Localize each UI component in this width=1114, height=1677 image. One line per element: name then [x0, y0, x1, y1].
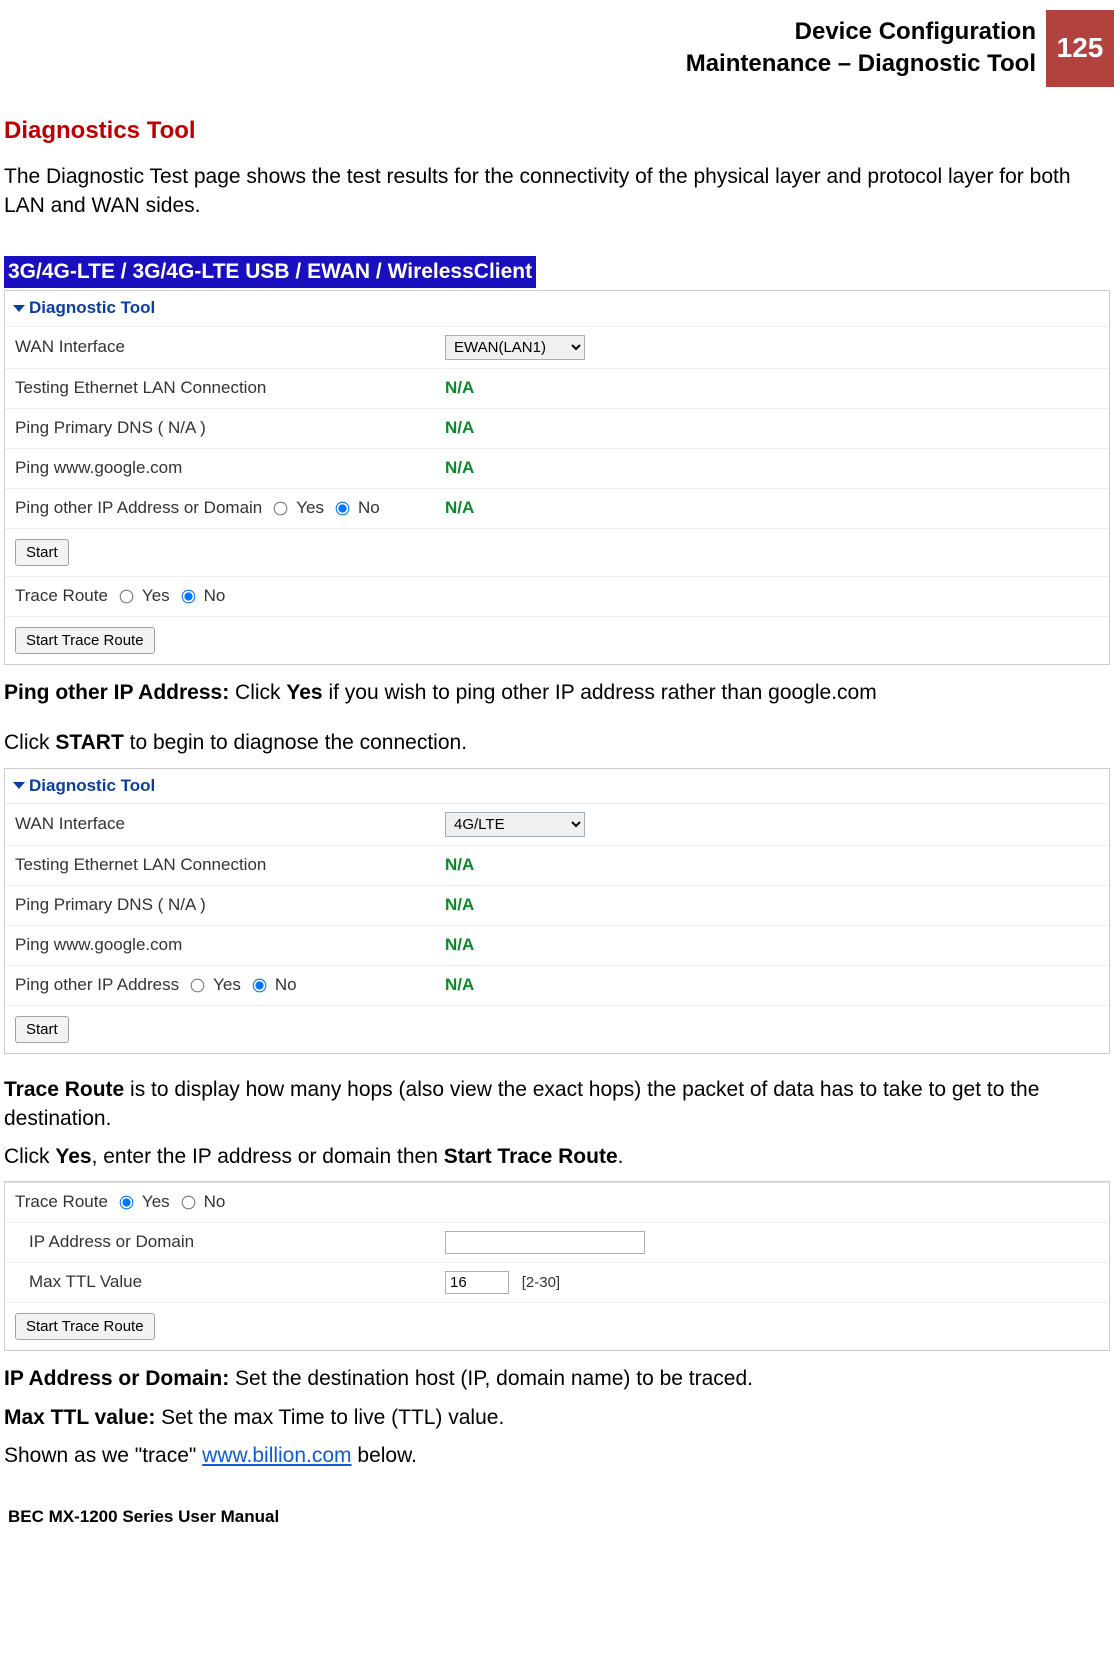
panel-header[interactable]: Diagnostic Tool	[5, 291, 1109, 326]
ping-other-row: Ping other IP Address or Domain Yes No	[5, 489, 435, 528]
panel-title: Diagnostic Tool	[29, 297, 155, 320]
section-title: Diagnostics Tool	[4, 115, 1110, 147]
header-line2: Maintenance – Diagnostic Tool	[686, 48, 1036, 80]
max-ttl-label: Max TTL Value	[5, 1263, 435, 1302]
trace-no-radio[interactable]	[181, 590, 195, 604]
ping-other-no-label: No	[275, 974, 297, 997]
panel-title: Diagnostic Tool	[29, 775, 155, 798]
billion-link[interactable]: www.billion.com	[202, 1444, 351, 1467]
max-ttl-description: Max TTL value: Set the max Time to live …	[4, 1404, 1110, 1432]
ping-other-value: N/A	[435, 489, 1109, 528]
trace-no-label: No	[204, 1191, 226, 1214]
start-trace-button[interactable]: Start Trace Route	[15, 627, 155, 654]
chevron-down-icon	[13, 305, 25, 312]
shown-trace-note: Shown as we "trace" www.billion.com belo…	[4, 1442, 1110, 1470]
ping-other-yes-label: Yes	[213, 974, 241, 997]
page-number: 125	[1046, 10, 1114, 87]
chevron-down-icon	[13, 782, 25, 789]
lan-test-value: N/A	[435, 369, 1109, 408]
header-title-block: Device Configuration Maintenance – Diagn…	[686, 10, 1046, 87]
wan-interface-label: WAN Interface	[5, 328, 435, 367]
lan-test-value: N/A	[435, 846, 1109, 885]
ping-google-value: N/A	[435, 449, 1109, 488]
ping-google-label: Ping www.google.com	[5, 449, 435, 488]
trace-yes-radio[interactable]	[120, 590, 134, 604]
diagnostic-panel-1: Diagnostic Tool WAN Interface EWAN(LAN1)…	[4, 290, 1110, 665]
ping-other-no-radio[interactable]	[336, 502, 350, 516]
trace-route-label: Trace Route	[15, 585, 108, 608]
ping-other-yes-label: Yes	[296, 497, 324, 520]
ping-other-row: Ping other IP Address Yes No	[5, 966, 435, 1005]
trace-route-label: Trace Route	[15, 1191, 108, 1214]
ping-dns-value: N/A	[435, 409, 1109, 448]
trace-yes-radio[interactable]	[120, 1196, 134, 1210]
ping-google-value: N/A	[435, 926, 1109, 965]
diagnostic-panel-2: Diagnostic Tool WAN Interface 4G/LTE Tes…	[4, 768, 1110, 1055]
page-header: Device Configuration Maintenance – Diagn…	[0, 0, 1114, 97]
wan-interface-label: WAN Interface	[5, 805, 435, 844]
ip-domain-input[interactable]	[445, 1231, 645, 1254]
start-trace-button[interactable]: Start Trace Route	[15, 1313, 155, 1340]
trace-route-row: Trace Route Yes No	[5, 577, 435, 616]
trace-route-panel: Trace Route Yes No IP Address or Domain …	[4, 1181, 1110, 1351]
ping-other-label: Ping other IP Address	[15, 974, 179, 997]
max-ttl-input[interactable]	[445, 1271, 509, 1294]
start-button[interactable]: Start	[15, 539, 69, 566]
trace-route-click-description: Click Yes, enter the IP address or domai…	[4, 1143, 1110, 1171]
wan-interface-select[interactable]: 4G/LTE	[445, 812, 585, 837]
ping-other-desc-label: Ping other IP Address:	[4, 681, 229, 704]
ping-dns-label: Ping Primary DNS ( N/A )	[5, 409, 435, 448]
wan-interface-select[interactable]: EWAN(LAN1)	[445, 335, 585, 360]
ping-google-label: Ping www.google.com	[5, 926, 435, 965]
trace-route-row: Trace Route Yes No	[5, 1183, 435, 1222]
connectivity-banner: 3G/4G-LTE / 3G/4G-LTE USB / EWAN / Wirel…	[4, 256, 536, 288]
ping-other-no-label: No	[358, 497, 380, 520]
ttl-range-note: [2-30]	[514, 1274, 560, 1291]
ip-domain-description: IP Address or Domain: Set the destinatio…	[4, 1365, 1110, 1393]
trace-route-description: Trace Route is to display how many hops …	[4, 1076, 1110, 1133]
trace-no-radio[interactable]	[181, 1196, 195, 1210]
lan-test-label: Testing Ethernet LAN Connection	[5, 369, 435, 408]
header-line1: Device Configuration	[686, 16, 1036, 48]
trace-no-label: No	[204, 585, 226, 608]
intro-paragraph: The Diagnostic Test page shows the test …	[4, 163, 1110, 220]
trace-yes-label: Yes	[142, 585, 170, 608]
ping-dns-value: N/A	[435, 886, 1109, 925]
footer-manual-title: BEC MX-1200 Series User Manual	[4, 1506, 1110, 1529]
click-start-description: Click START to begin to diagnose the con…	[4, 729, 1110, 757]
panel-header[interactable]: Diagnostic Tool	[5, 769, 1109, 804]
ping-other-description: Ping other IP Address: Click Yes if you …	[4, 679, 1110, 707]
ping-other-label: Ping other IP Address or Domain	[15, 497, 262, 520]
ping-other-yes-radio[interactable]	[191, 979, 205, 993]
trace-yes-label: Yes	[142, 1191, 170, 1214]
ip-domain-label: IP Address or Domain	[5, 1223, 435, 1262]
ping-dns-label: Ping Primary DNS ( N/A )	[5, 886, 435, 925]
ping-other-value: N/A	[435, 966, 1109, 1005]
start-button[interactable]: Start	[15, 1016, 69, 1043]
ping-other-no-radio[interactable]	[253, 979, 267, 993]
ping-other-yes-radio[interactable]	[274, 502, 288, 516]
lan-test-label: Testing Ethernet LAN Connection	[5, 846, 435, 885]
